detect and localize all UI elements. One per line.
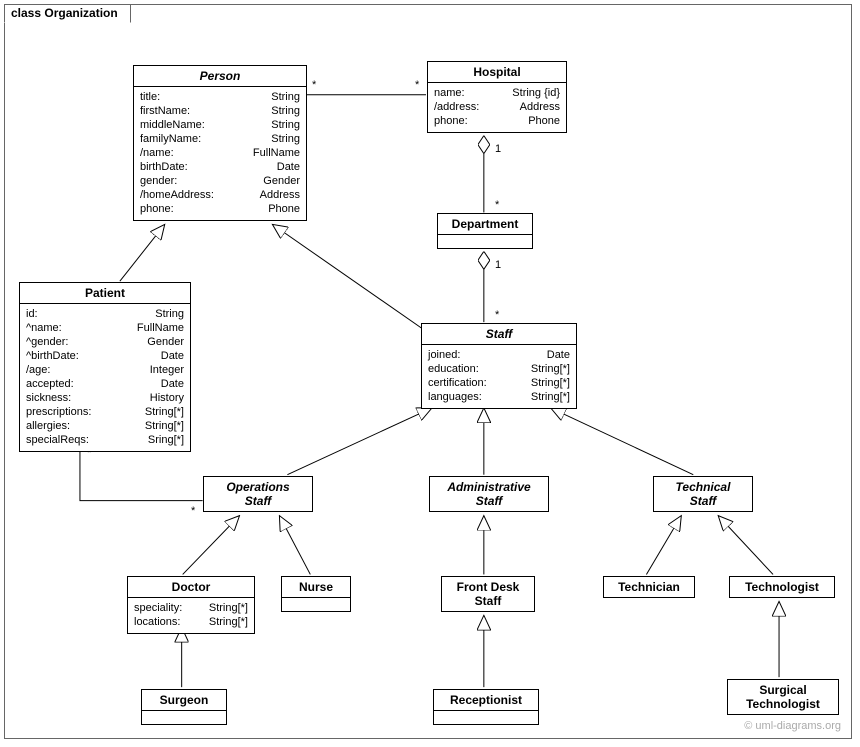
class-receptionist: Receptionist <box>433 689 539 725</box>
class-surgical-technologist: Surgical Technologist <box>727 679 839 715</box>
class-department-name: Department <box>438 214 532 234</box>
class-fds-l2: Staff <box>442 594 534 611</box>
class-person: Person title:String firstName:String mid… <box>133 65 307 221</box>
mult-patient-ops-ops: * <box>191 505 195 517</box>
class-staff: Staff joined:Date education:String[*] ce… <box>421 323 577 409</box>
class-surgeon-attrs <box>142 710 226 724</box>
class-doctor: Doctor speciality:String[*] locations:St… <box>127 576 255 634</box>
class-nurse: Nurse <box>281 576 351 612</box>
class-nurse-attrs <box>282 597 350 611</box>
class-person-name: Person <box>134 66 306 86</box>
class-receptionist-attrs <box>434 710 538 724</box>
class-staff-attrs: joined:Date education:String[*] certific… <box>422 344 576 408</box>
class-technician-name: Technician <box>604 577 694 597</box>
class-patient: Patient id:String ^name:FullName ^gender… <box>19 282 191 452</box>
class-patient-attrs: id:String ^name:FullName ^gender:Gender … <box>20 303 190 451</box>
class-surgeon-name: Surgeon <box>142 690 226 710</box>
class-technologist-name: Technologist <box>730 577 834 597</box>
mult-hosp-dept-1: 1 <box>495 143 501 155</box>
class-admin-staff-l1: Administrative <box>430 477 548 494</box>
watermark: © uml-diagrams.org <box>744 720 841 732</box>
class-doctor-name: Doctor <box>128 577 254 597</box>
class-surgeon: Surgeon <box>141 689 227 725</box>
class-technician: Technician <box>603 576 695 598</box>
class-front-desk-staff: Front Desk Staff <box>441 576 535 612</box>
class-department-attrs <box>438 234 532 248</box>
class-surg-tech-l1: Surgical <box>728 680 838 697</box>
class-hospital: Hospital name:String {id} /address:Addre… <box>427 61 567 133</box>
class-fds-l1: Front Desk <box>442 577 534 594</box>
class-administrative-staff: Administrative Staff <box>429 476 549 512</box>
class-tech-staff-l2: Staff <box>654 494 752 511</box>
class-person-attrs: title:String firstName:String middleName… <box>134 86 306 220</box>
mult-dept-staff-star: * <box>495 309 499 321</box>
class-receptionist-name: Receptionist <box>434 690 538 710</box>
class-department: Department <box>437 213 533 249</box>
class-operations-staff-l2: Staff <box>204 494 312 511</box>
package-organization: class Organization <box>4 4 852 739</box>
class-staff-name: Staff <box>422 324 576 344</box>
class-operations-staff-l1: Operations <box>204 477 312 494</box>
mult-hosp-dept-star: * <box>495 199 499 211</box>
mult-person-side: * <box>312 79 316 91</box>
package-title: class Organization <box>4 4 131 23</box>
class-hospital-name: Hospital <box>428 62 566 82</box>
class-nurse-name: Nurse <box>282 577 350 597</box>
class-hospital-attrs: name:String {id} /address:Address phone:… <box>428 82 566 132</box>
class-technical-staff: Technical Staff <box>653 476 753 512</box>
class-admin-staff-l2: Staff <box>430 494 548 511</box>
class-operations-staff: Operations Staff <box>203 476 313 512</box>
class-technologist: Technologist <box>729 576 835 598</box>
class-patient-name: Patient <box>20 283 190 303</box>
mult-hospital-side: * <box>415 79 419 91</box>
class-surg-tech-l2: Technologist <box>728 697 838 714</box>
class-doctor-attrs: speciality:String[*] locations:String[*] <box>128 597 254 633</box>
class-tech-staff-l1: Technical <box>654 477 752 494</box>
mult-dept-staff-1: 1 <box>495 259 501 271</box>
